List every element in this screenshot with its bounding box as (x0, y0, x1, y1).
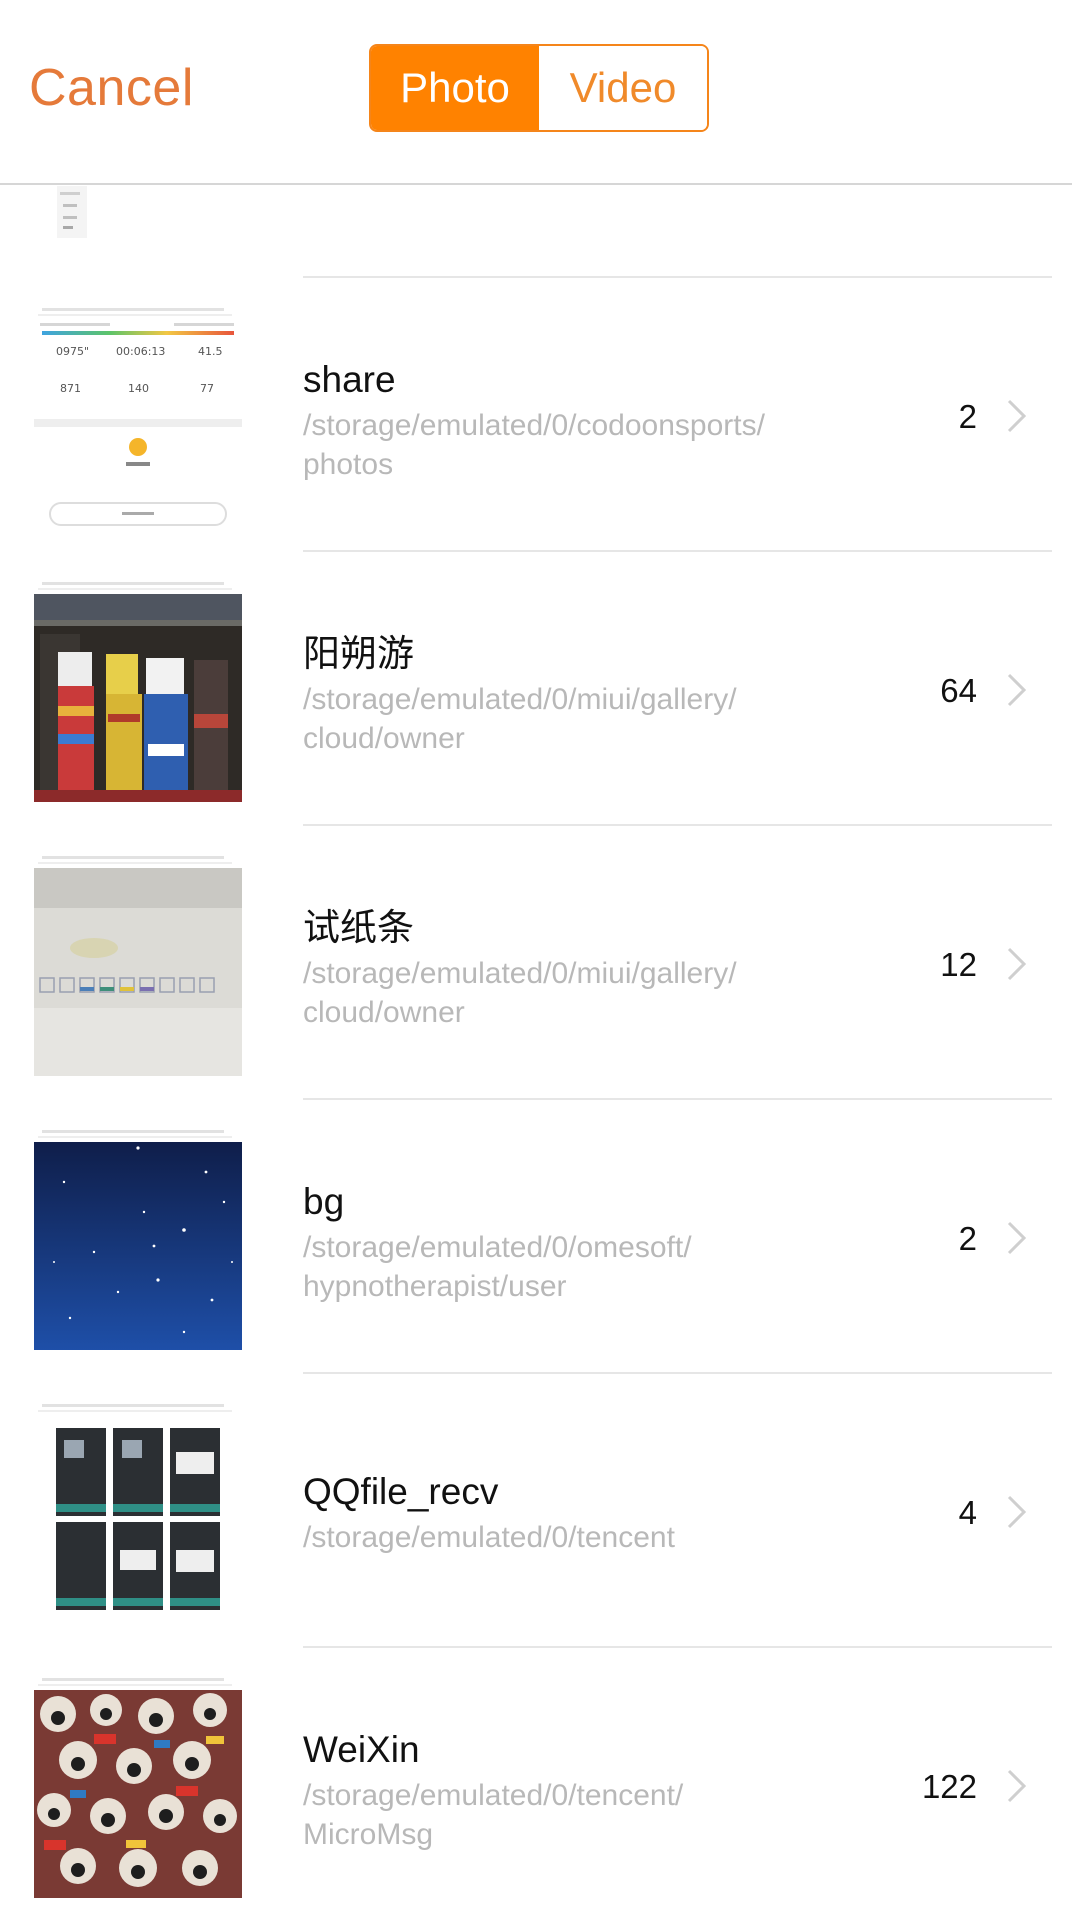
list-item-weixin[interactable]: WeiXin /storage/emulated/0/tencent/ Micr… (0, 1648, 1072, 1922)
album-count: 64 (940, 672, 977, 709)
stack-edge (42, 582, 224, 585)
list-item-qqfile-recv[interactable]: QQfile_recv /storage/emulated/0/tencent … (0, 1374, 1072, 1648)
stack-edge (38, 314, 232, 316)
svg-text:871: 871 (60, 382, 81, 395)
album-path-line: /storage/emulated/0/codoonsports/ (303, 409, 765, 442)
svg-text:0975": 0975" (56, 345, 89, 358)
album-path: /storage/emulated/0/miui/gallery/ cloud/… (303, 680, 863, 758)
top-bar: Cancel Photo Video (0, 0, 1072, 185)
starry-sky-image (34, 1142, 242, 1350)
album-path-line: /storage/emulated/0/tencent/ (303, 1779, 684, 1812)
list-item-bg[interactable]: bg /storage/emulated/0/omesoft/ hypnothe… (0, 1100, 1072, 1374)
album-path-line: MicroMsg (303, 1818, 434, 1851)
svg-text:77: 77 (200, 382, 214, 395)
stack-edge (42, 1404, 224, 1407)
album-name: bg (303, 1181, 345, 1222)
chevron-right-icon (1007, 399, 1027, 433)
album-count: 2 (958, 398, 977, 435)
album-name: WeiXin (303, 1729, 420, 1770)
album-thumbnail (34, 868, 242, 1076)
stack-edge (42, 856, 224, 859)
tab-video[interactable]: Video (539, 46, 707, 130)
album-path-line: hypnotherapist/user (303, 1270, 567, 1303)
album-thumbnail-stack (34, 1662, 242, 1922)
album-count: 12 (940, 946, 977, 983)
pug-collage-image (34, 1690, 242, 1898)
svg-text:140: 140 (128, 382, 149, 395)
album-info: bg /storage/emulated/0/omesoft/ hypnothe… (303, 1180, 863, 1306)
album-path-line: /storage/emulated/0/tencent (303, 1521, 675, 1554)
album-thumbnail (34, 1416, 242, 1624)
album-info: QQfile_recv /storage/emulated/0/tencent (303, 1470, 863, 1557)
album-path: /storage/emulated/0/miui/gallery/ cloud/… (303, 954, 863, 1032)
album-thumbnail-stack (34, 840, 242, 1100)
chevron-right-icon (1007, 947, 1027, 981)
album-thumbnail-stack (34, 1114, 242, 1374)
list-item-share[interactable]: 0975" 00:06:13 41.5 871 140 77 share /st… (0, 278, 1072, 552)
album-path-line: cloud/owner (303, 996, 465, 1029)
app-screens-grid-image (34, 1416, 242, 1624)
tab-photo[interactable]: Photo (371, 46, 539, 130)
album-thumbnail-stack (34, 1388, 242, 1648)
partial-thumbnail (57, 186, 87, 238)
sports-screenshot-image: 0975" 00:06:13 41.5 871 140 77 (34, 319, 242, 527)
partial-thumbnail-image (60, 192, 80, 229)
list-item-yangshuo[interactable]: 阳朔游 /storage/emulated/0/miui/gallery/ cl… (0, 552, 1072, 826)
album-thumbnail (34, 1142, 242, 1350)
chevron-right-icon (1007, 1769, 1027, 1803)
stack-edge (38, 1410, 232, 1412)
clothing-photo-image (34, 594, 242, 802)
chevron-right-icon (1007, 673, 1027, 707)
stack-edge (38, 1684, 232, 1686)
album-thumbnail: 0975" 00:06:13 41.5 871 140 77 (34, 319, 242, 527)
media-type-segmented-control: Photo Video (369, 44, 709, 132)
svg-text:41.5: 41.5 (198, 345, 223, 358)
album-path: /storage/emulated/0/tencent (303, 1518, 863, 1557)
album-info: 阳朔游 /storage/emulated/0/miui/gallery/ cl… (303, 632, 863, 758)
album-thumbnail (34, 1690, 242, 1898)
stack-edge (42, 308, 224, 311)
album-count: 122 (921, 1768, 977, 1805)
stack-edge (42, 1678, 224, 1681)
album-thumbnail (34, 594, 242, 802)
svg-text:00:06:13: 00:06:13 (116, 345, 165, 358)
stack-edge (38, 588, 232, 590)
chevron-right-icon (1007, 1221, 1027, 1255)
album-name: 阳朔游 (303, 633, 414, 674)
album-thumbnail-stack: 0975" 00:06:13 41.5 871 140 77 (34, 292, 242, 552)
album-path: /storage/emulated/0/codoonsports/ photos (303, 406, 863, 484)
test-strip-photo-image (34, 868, 242, 1076)
album-info: WeiXin /storage/emulated/0/tencent/ Micr… (303, 1728, 863, 1854)
stack-edge (38, 862, 232, 864)
album-path-line: photos (303, 448, 394, 481)
album-thumbnail-stack (34, 566, 242, 826)
album-info: share /storage/emulated/0/codoonsports/ … (303, 358, 863, 484)
album-info: 试纸条 /storage/emulated/0/miui/gallery/ cl… (303, 906, 863, 1032)
album-path-line: /storage/emulated/0/miui/gallery/ (303, 957, 737, 990)
album-name: 试纸条 (303, 907, 414, 948)
album-count: 2 (958, 1220, 977, 1257)
stack-edge (38, 1136, 232, 1138)
list-item-test-strip[interactable]: 试纸条 /storage/emulated/0/miui/gallery/ cl… (0, 826, 1072, 1100)
album-name: QQfile_recv (303, 1471, 499, 1512)
album-path-line: cloud/owner (303, 722, 465, 755)
cancel-button[interactable]: Cancel (29, 58, 194, 118)
album-path-line: /storage/emulated/0/miui/gallery/ (303, 683, 737, 716)
stack-edge (42, 1130, 224, 1133)
chevron-right-icon (1007, 1495, 1027, 1529)
album-path-line: /storage/emulated/0/omesoft/ (303, 1231, 692, 1264)
album-count: 4 (958, 1494, 977, 1531)
album-name: share (303, 359, 396, 400)
album-path: /storage/emulated/0/omesoft/ hypnotherap… (303, 1228, 863, 1306)
album-path: /storage/emulated/0/tencent/ MicroMsg (303, 1776, 863, 1854)
